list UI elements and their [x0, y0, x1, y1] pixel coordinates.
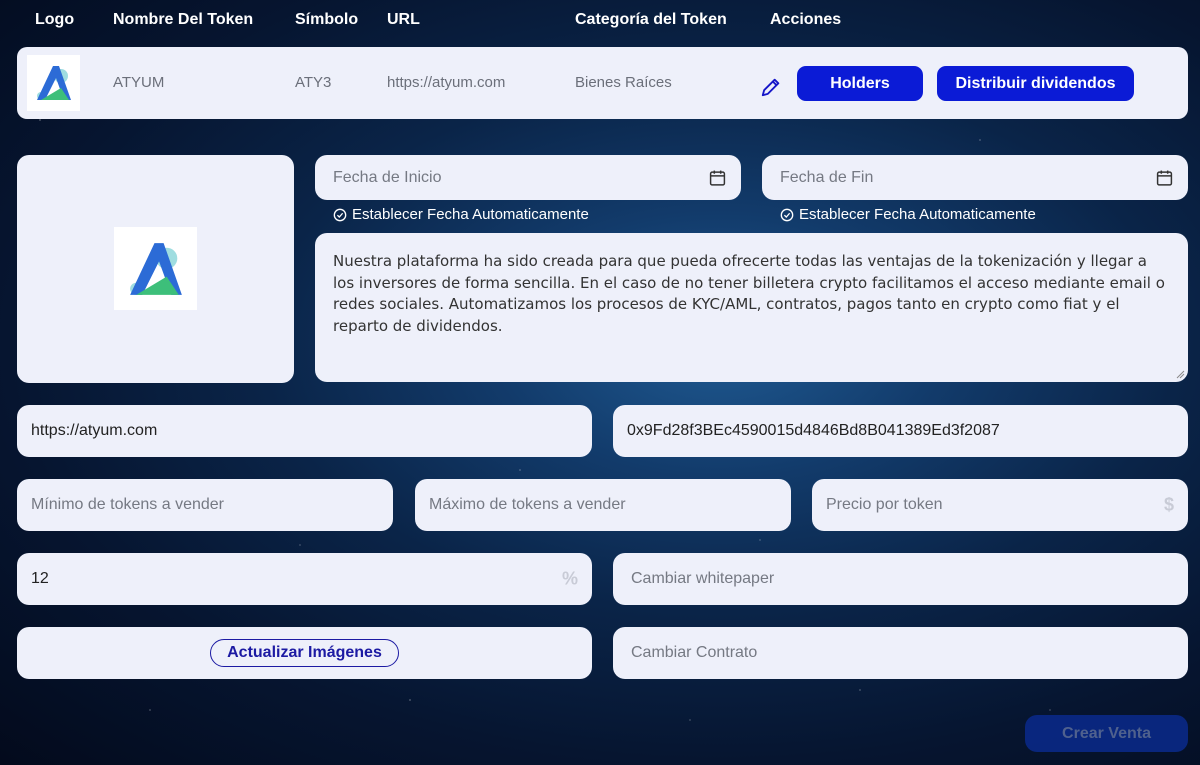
description-textarea[interactable]: Nuestra plataforma ha sido creada para q…: [315, 233, 1188, 382]
update-images-panel: Actualizar Imágenes: [17, 627, 592, 679]
header-token-name: Nombre Del Token: [113, 11, 254, 28]
header-url: URL: [387, 11, 420, 28]
contract-file-input[interactable]: Cambiar Contrato: [613, 627, 1188, 679]
whitepaper-file-input[interactable]: Cambiar whitepaper: [613, 553, 1188, 605]
token-row: ATYUM ATY3 https://atyum.com Bienes Raíc…: [17, 47, 1188, 119]
end-date-input[interactable]: Fecha de Fin: [762, 155, 1188, 200]
contract-address-input[interactable]: 0x9Fd28f3BEc4590015d4846Bd8B041389Ed3f20…: [613, 405, 1188, 457]
percent-icon: %: [561, 568, 578, 589]
header-logo: Logo: [35, 11, 75, 28]
end-date-placeholder: Fecha de Fin: [780, 168, 874, 186]
token-symbol: ATY3: [295, 74, 332, 91]
auto-start-date-toggle[interactable]: Establecer Fecha Automaticamente: [333, 206, 589, 223]
description-text: Nuestra plataforma ha sido creada para q…: [333, 252, 1165, 335]
header-category: Categoría del Token: [575, 11, 727, 28]
start-date-placeholder: Fecha de Inicio: [333, 168, 442, 186]
token-image-preview: [114, 227, 197, 310]
auto-start-date-label: Establecer Fecha Automaticamente: [352, 206, 589, 223]
price-placeholder: Precio por token: [826, 496, 943, 513]
auto-end-date-toggle[interactable]: Establecer Fecha Automaticamente: [780, 206, 1036, 223]
header-actions: Acciones: [770, 11, 842, 28]
max-tokens-input[interactable]: Máximo de tokens a vender: [415, 479, 791, 531]
pencil-icon[interactable]: [760, 76, 782, 98]
distribute-dividends-button[interactable]: Distribuir dividendos: [937, 66, 1134, 101]
token-url: https://atyum.com: [387, 74, 506, 91]
dollar-icon: $: [1163, 494, 1174, 515]
contract-address-value: 0x9Fd28f3BEc4590015d4846Bd8B041389Ed3f20…: [627, 422, 1000, 439]
percent-input[interactable]: 12 %: [17, 553, 592, 605]
min-tokens-input[interactable]: Mínimo de tokens a vender: [17, 479, 393, 531]
calendar-icon[interactable]: [709, 169, 726, 186]
check-circle-icon: [780, 208, 794, 221]
create-sale-button[interactable]: Crear Venta: [1025, 715, 1188, 752]
start-date-input[interactable]: Fecha de Inicio: [315, 155, 741, 200]
percent-value: 12: [31, 570, 49, 587]
url-input[interactable]: https://atyum.com: [17, 405, 592, 457]
whitepaper-placeholder: Cambiar whitepaper: [631, 570, 775, 587]
resize-grip-icon[interactable]: [1176, 370, 1185, 379]
token-category: Bienes Raíces: [575, 74, 672, 91]
check-circle-icon: [333, 208, 347, 221]
update-images-button[interactable]: Actualizar Imágenes: [210, 639, 399, 667]
min-tokens-placeholder: Mínimo de tokens a vender: [31, 496, 224, 513]
token-image-panel[interactable]: [17, 155, 294, 383]
max-tokens-placeholder: Máximo de tokens a vender: [429, 496, 626, 513]
token-name: ATYUM: [113, 74, 165, 91]
auto-end-date-label: Establecer Fecha Automaticamente: [799, 206, 1036, 223]
holders-button[interactable]: Holders: [797, 66, 923, 101]
atyum-logo-icon: [36, 66, 71, 100]
atyum-logo-icon: [129, 242, 182, 295]
header-symbol: Símbolo: [295, 11, 359, 28]
calendar-icon[interactable]: [1156, 169, 1173, 186]
price-per-token-input[interactable]: Precio por token $: [812, 479, 1188, 531]
token-logo: [27, 55, 80, 111]
url-value: https://atyum.com: [31, 422, 158, 439]
contract-placeholder: Cambiar Contrato: [631, 644, 758, 661]
